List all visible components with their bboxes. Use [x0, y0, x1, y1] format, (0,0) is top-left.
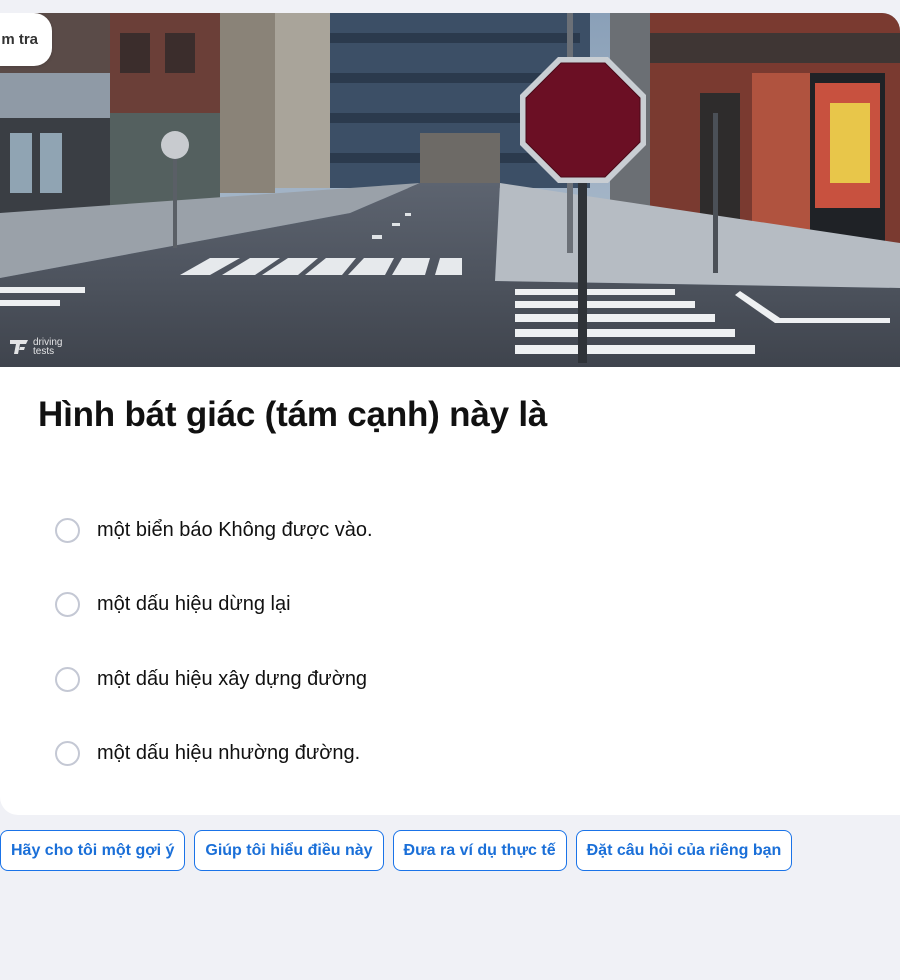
- question-title: Hình bát giác (tám cạnh) này là: [38, 395, 548, 434]
- drivingtests-logo-icon: [10, 340, 28, 354]
- answer-option-label: một dấu hiệu nhường đường.: [97, 742, 361, 765]
- answer-options: một biển báo Không được vào. một dấu hiệ…: [55, 493, 373, 791]
- street-scene-image: [0, 13, 900, 367]
- radio-button[interactable]: [55, 741, 80, 767]
- answer-option[interactable]: một biển báo Không được vào.: [55, 493, 373, 568]
- radio-button[interactable]: [55, 666, 80, 692]
- ask-own-question-button[interactable]: Đặt câu hỏi của riêng bạn: [575, 830, 793, 871]
- answer-option[interactable]: một dấu hiệu dừng lại: [55, 568, 373, 643]
- answer-option[interactable]: một dấu hiệu nhường đường.: [55, 717, 373, 792]
- explain-button[interactable]: Giúp tôi hiểu điều này: [194, 830, 384, 871]
- help-actions: Hãy cho tôi một gợi ý Giúp tôi hiểu điều…: [0, 830, 793, 871]
- drivingtests-logo: driving tests: [8, 337, 62, 357]
- logo-text-2: tests: [33, 346, 55, 357]
- radio-button[interactable]: [55, 592, 80, 618]
- answer-option-label: một biển báo Không được vào.: [97, 518, 373, 541]
- radio-button[interactable]: [55, 517, 80, 543]
- hint-button[interactable]: Hãy cho tôi một gợi ý: [0, 830, 186, 871]
- tab-fragment[interactable]: m tra: [0, 13, 52, 66]
- answer-option[interactable]: một dấu hiệu xây dựng đường: [55, 642, 373, 717]
- answer-option-label: một dấu hiệu dừng lại: [97, 593, 291, 616]
- tab-fragment-label: m tra: [1, 31, 38, 48]
- real-example-button[interactable]: Đưa ra ví dụ thực tế: [392, 830, 567, 871]
- answer-option-label: một dấu hiệu xây dựng đường: [97, 667, 368, 690]
